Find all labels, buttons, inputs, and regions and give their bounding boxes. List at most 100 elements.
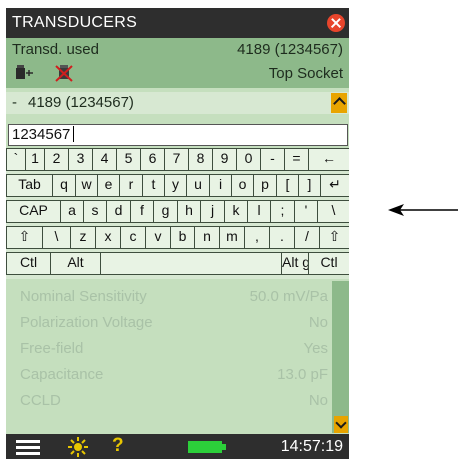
keyboard-key[interactable]: 5 [116, 148, 141, 171]
keyboard-key[interactable]: 3 [68, 148, 93, 171]
socket-value: Top Socket [268, 65, 343, 82]
keyboard-key[interactable]: 2 [44, 148, 69, 171]
keyboard-key[interactable]: \ [42, 226, 71, 249]
keyboard-key[interactable]: l [247, 200, 271, 223]
serial-number-input[interactable]: 1234567 [8, 124, 348, 146]
keyboard-key[interactable]: ` [6, 148, 26, 171]
property-value: 13.0 pF [277, 366, 328, 383]
property-value: 50.0 mV/Pa [249, 288, 328, 305]
keyboard-key[interactable]: j [200, 200, 225, 223]
keyboard-key[interactable]: CAP [6, 200, 61, 223]
keyboard-key[interactable]: f [130, 200, 154, 223]
scroll-up-icon[interactable] [331, 93, 347, 113]
property-name: Capacitance [20, 366, 104, 383]
scroll-down-icon[interactable] [334, 416, 348, 433]
keyboard-key[interactable]: ] [298, 174, 321, 197]
keyboard-key[interactable]: , [244, 226, 270, 249]
device-screen: TRANSDUCERS Transd. used 4189 (1234567) … [6, 8, 349, 459]
property-value: No [308, 392, 328, 409]
keyboard-key[interactable]: ' [294, 200, 318, 223]
keyboard-key[interactable]: Ctl [308, 252, 349, 275]
transducer-disabled-icon [55, 65, 73, 82]
property-name: CCLD [20, 392, 61, 409]
keyboard-key[interactable]: g [153, 200, 178, 223]
transducer-dropdown[interactable]: - 4189 (1234567) [6, 92, 349, 114]
keyboard-key[interactable]: p [253, 174, 277, 197]
keyboard-key[interactable]: ; [270, 200, 295, 223]
list-item: Capacitance 13.0 pF [6, 361, 332, 387]
property-name: Free-field [20, 340, 84, 357]
keyboard-key[interactable]: t [142, 174, 165, 197]
keyboard-key[interactable]: q [52, 174, 76, 197]
keyboard-key[interactable]: 7 [164, 148, 189, 171]
keyboard-key[interactable]: b [170, 226, 195, 249]
keyboard-key[interactable]: x [95, 226, 121, 249]
keyboard-key[interactable]: 1 [25, 148, 45, 171]
keyboard-key[interactable]: 4 [92, 148, 117, 171]
keyboard-key[interactable]: Ctl [6, 252, 51, 275]
help-icon[interactable]: ? [112, 435, 124, 457]
transducer-used-value: 4189 (1234567) [237, 41, 343, 58]
keyboard-key[interactable]: w [75, 174, 98, 197]
transducer-header: Transd. used 4189 (1234567) Top Socket [6, 38, 349, 88]
list-item: Polarization Voltage No [6, 309, 332, 335]
keyboard-key[interactable]: Alt gr [281, 252, 309, 275]
keyboard-key[interactable]: h [177, 200, 201, 223]
arrow-icon [388, 204, 458, 216]
keyboard-key[interactable]: [ [276, 174, 299, 197]
clock: 14:57:19 [280, 438, 343, 455]
dropdown-prefix: - [12, 94, 17, 111]
keyboard-key[interactable]: v [145, 226, 171, 249]
keyboard-key[interactable]: = [284, 148, 309, 171]
keyboard-key[interactable]: . [269, 226, 295, 249]
keyboard-key[interactable]: - [260, 148, 285, 171]
keyboard-key[interactable]: k [224, 200, 248, 223]
keyboard-key[interactable]: 0 [236, 148, 261, 171]
text-cursor [73, 126, 75, 142]
keyboard-key[interactable]: m [219, 226, 245, 249]
sun-icon[interactable] [68, 437, 88, 457]
keyboard-key[interactable]: d [106, 200, 131, 223]
list-item: CCLD No [6, 387, 332, 413]
title-bar: TRANSDUCERS [6, 8, 349, 38]
keyboard-key[interactable]: z [70, 226, 96, 249]
keyboard-key[interactable]: / [294, 226, 320, 249]
keyboard-key[interactable]: r [119, 174, 143, 197]
keyboard-key[interactable]: ← [308, 148, 349, 171]
keyboard-key[interactable]: e [97, 174, 120, 197]
keyboard-key[interactable]: i [209, 174, 232, 197]
keyboard-key[interactable]: y [164, 174, 187, 197]
keyboard-key[interactable]: 6 [140, 148, 165, 171]
menu-icon[interactable] [16, 440, 40, 455]
keyboard-key[interactable] [100, 252, 282, 275]
keyboard-key[interactable]: ⇧ [319, 226, 349, 249]
battery-icon [188, 441, 226, 453]
keyboard-key[interactable]: s [83, 200, 107, 223]
scrollbar[interactable] [332, 281, 349, 433]
keyboard-key[interactable]: o [231, 174, 254, 197]
property-value: Yes [303, 340, 328, 357]
keyboard-key[interactable]: Tab [6, 174, 53, 197]
transducer-used-label: Transd. used [12, 41, 99, 58]
keyboard-key[interactable]: n [194, 226, 220, 249]
list-item: Nominal Sensitivity 50.0 mV/Pa [6, 283, 332, 309]
transducer-icon [16, 65, 33, 79]
keyboard-key[interactable]: 8 [188, 148, 213, 171]
transducer-properties-list: Nominal Sensitivity 50.0 mV/Pa Polarizat… [6, 281, 332, 433]
keyboard-key[interactable]: ⇧ [6, 226, 43, 249]
status-bar: ? 14:57:19 [6, 434, 349, 459]
keyboard-key[interactable]: ↵ [320, 174, 349, 197]
input-text: 1234567 [12, 126, 71, 143]
keyboard-key[interactable]: u [186, 174, 210, 197]
keyboard-key[interactable]: Alt [50, 252, 101, 275]
close-icon[interactable] [327, 14, 345, 32]
property-name: Nominal Sensitivity [20, 288, 147, 305]
keyboard-key[interactable]: 9 [212, 148, 237, 171]
property-value: No [308, 314, 328, 331]
dropdown-value: 4189 (1234567) [28, 94, 134, 111]
keyboard-key[interactable]: \ [317, 200, 349, 223]
keyboard-key[interactable]: c [120, 226, 146, 249]
on-screen-keyboard: ` 1 2 3 4 5 6 7 8 9 0- = ← Tab q w e r t y u i o p[] ↵ CAP a s d f g h j… [6, 148, 349, 279]
property-name: Polarization Voltage [20, 314, 153, 331]
keyboard-key[interactable]: a [60, 200, 84, 223]
